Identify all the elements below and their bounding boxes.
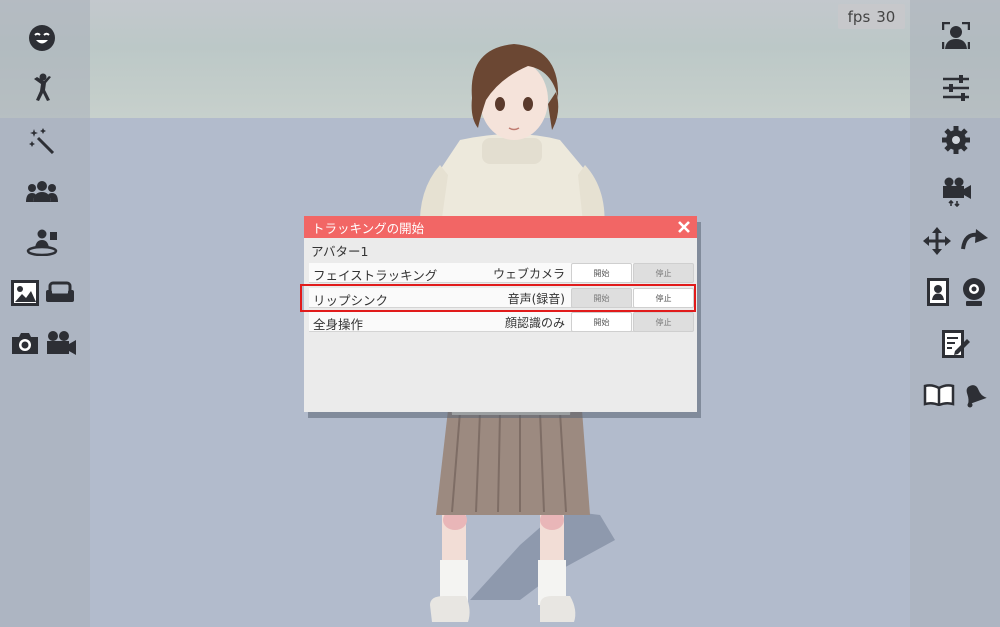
fps-counter: fps 30 (838, 4, 905, 29)
tracking-source: 顔認識のみ (504, 316, 565, 330)
close-icon[interactable] (675, 218, 693, 236)
tracking-row-face: フェイストラッキング ウェブカメラ 開始 停止 (309, 263, 694, 283)
fps-value: 30 (876, 7, 896, 26)
tracking-source: ウェブカメラ (492, 267, 565, 281)
edit-note-icon[interactable] (940, 328, 972, 360)
avatar-label: アバター1 (311, 244, 369, 259)
tracking-source: 音声(録音) (507, 292, 565, 306)
tracking-row-lipsync: リップシンク 音声(録音) 開始 停止 (309, 288, 694, 308)
start-button[interactable]: 開始 (571, 288, 632, 308)
pose-icon[interactable] (26, 72, 58, 104)
tracking-start-dialog: トラッキングの開始 アバター1 フェイストラッキング ウェブカメラ 開始 停止 … (304, 216, 697, 412)
rotate-icon[interactable] (958, 226, 992, 256)
fps-label: fps (847, 7, 871, 26)
stop-button[interactable]: 停止 (633, 263, 694, 283)
tracking-name: 全身操作 (313, 317, 364, 332)
background-image-icon[interactable] (9, 278, 41, 308)
bell-icon[interactable] (958, 380, 990, 410)
stage-icon[interactable] (24, 226, 60, 258)
stop-button[interactable]: 停止 (633, 312, 694, 332)
start-button[interactable]: 開始 (571, 263, 632, 283)
dialog-title: トラッキングの開始 (312, 220, 425, 236)
sliders-icon[interactable] (940, 72, 972, 104)
tracking-row-body: 全身操作 顔認識のみ 開始 停止 (309, 312, 694, 332)
gear-icon[interactable] (940, 124, 972, 156)
portrait-icon[interactable] (924, 276, 952, 308)
stop-button[interactable]: 停止 (633, 288, 694, 308)
tracking-name: リップシンク (313, 293, 389, 308)
group-icon[interactable] (24, 176, 60, 206)
magic-wand-effects-icon[interactable] (26, 124, 58, 156)
face-tracking-icon[interactable] (940, 20, 972, 52)
camera-switch-icon[interactable] (940, 176, 974, 208)
tracking-name: フェイストラッキング (313, 268, 438, 283)
left-toolbar (0, 0, 90, 627)
dialog-header: トラッキングの開始 (304, 216, 697, 238)
video-camera-icon[interactable] (44, 328, 78, 358)
book-icon[interactable] (922, 380, 956, 410)
webcam-icon[interactable] (958, 276, 990, 308)
move-arrows-icon[interactable] (922, 226, 952, 256)
face-expression-icon[interactable] (26, 22, 58, 54)
camera-icon[interactable] (9, 328, 41, 358)
right-toolbar (910, 0, 1000, 627)
sofa-icon[interactable] (44, 278, 76, 308)
start-button[interactable]: 開始 (571, 312, 632, 332)
